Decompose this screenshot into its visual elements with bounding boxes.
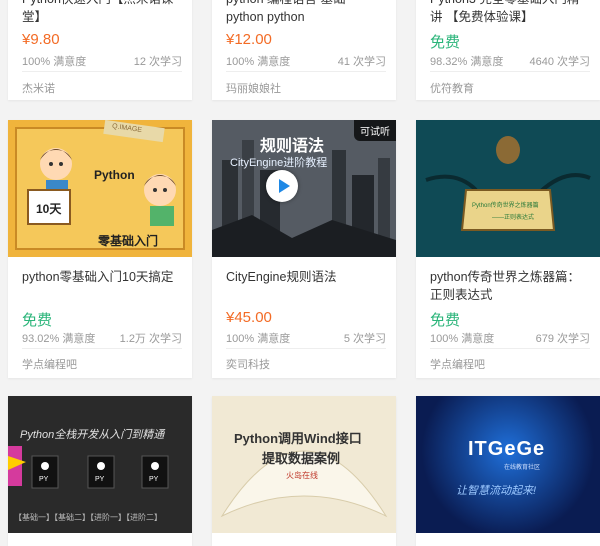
thumb-label-zero: 零基础入门	[98, 234, 159, 248]
course-price: ¥9.80	[22, 31, 60, 48]
course-org[interactable]: 杰米诺	[22, 80, 55, 96]
thumb-label-days: 10天	[36, 202, 62, 216]
learner-count: 41 次学习	[337, 56, 386, 68]
course-thumbnail[interactable]: ITGeGe 在线教育社区 让智慧流动起来!	[416, 396, 600, 533]
thumb-label-python: Python	[94, 168, 135, 182]
course-org[interactable]: 学点编程吧	[430, 356, 485, 372]
file-label: PY	[95, 476, 105, 483]
course-price: 免费	[430, 34, 461, 51]
scroll-text-sub: ——正则表达式	[492, 215, 535, 221]
thumb-subheading: 火岛在线	[286, 471, 318, 480]
course-price: 免费	[22, 312, 53, 329]
play-icon[interactable]	[266, 170, 298, 202]
divider	[226, 71, 386, 72]
course-org[interactable]: 优符教育	[430, 80, 474, 96]
course-title[interactable]: Python快速入门【杰米诺课堂】	[22, 0, 182, 26]
thumb-subheading: CityEngine进阶教程	[230, 157, 328, 169]
itgege-logo-sub: 在线教育社区	[504, 465, 541, 471]
course-title[interactable]: CityEngine规则语法	[226, 268, 386, 286]
course-thumbnail[interactable]: Python全栈开发从入门到精通 PY PY PY 【基础一】【基础二】【进阶一…	[8, 396, 192, 533]
course-card-9[interactable]: ITGeGe 在线教育社区 让智慧流动起来!	[416, 396, 600, 546]
thumb-heading-1: Python调用Wind接口	[234, 431, 362, 446]
scroll-text-title: Python传奇世界之炼器篇	[472, 203, 539, 209]
course-card-6[interactable]: Python传奇世界之炼器篇 ——正则表达式 python传奇世界之炼器篇：正则…	[416, 120, 600, 378]
learner-count: 1.2万 次学习	[119, 333, 182, 345]
course-title[interactable]: python零基础入门10天搞定	[22, 268, 182, 286]
course-meta: 100% 满意度 5 次学习	[226, 330, 386, 345]
course-card-4[interactable]: Python 10天 零基础入门 Q.IMAGE python零基础入门10天搞…	[8, 120, 192, 378]
course-title[interactable]: python传奇世界之炼器篇：正则表达式	[430, 268, 590, 304]
course-card-8[interactable]: Python调用Wind接口 提取数据案例 火岛在线	[212, 396, 396, 546]
satisfaction-rate: 100% 满意度	[226, 333, 291, 345]
scroll-illustration	[416, 120, 600, 257]
course-meta: 98.32% 满意度 4640 次学习	[430, 53, 590, 68]
thumb-heading: Python全栈开发从入门到精通	[20, 429, 165, 441]
divider	[430, 71, 590, 72]
file-label: PY	[149, 476, 159, 483]
satisfaction-rate: 98.32% 满意度	[430, 56, 504, 68]
course-thumbnail[interactable]: Python调用Wind接口 提取数据案例 火岛在线	[212, 396, 396, 533]
learner-count: 5 次学习	[343, 333, 386, 345]
course-title[interactable]: python 编程语言 基础 python python	[226, 0, 386, 26]
course-card-5[interactable]: 规则语法 CityEngine进阶教程 可试听 CityEngine规则语法 ¥…	[212, 120, 396, 378]
file-label: PY	[39, 476, 49, 483]
course-price: 免费	[430, 312, 461, 329]
satisfaction-rate: 93.02% 满意度	[22, 333, 96, 345]
course-meta: 100% 满意度 12 次学习	[22, 53, 182, 68]
course-meta: 100% 满意度 41 次学习	[226, 53, 386, 68]
thumb-heading-2: 提取数据案例	[262, 451, 341, 466]
course-title[interactable]: Python3 完全零基础入门精讲 【免费体验课】	[430, 0, 590, 26]
course-card-1[interactable]: Python快速入门【杰米诺课堂】 ¥9.80 100% 满意度 12 次学习 …	[8, 0, 192, 100]
course-org[interactable]: 奕司科技	[226, 356, 270, 372]
course-thumbnail[interactable]: 规则语法 CityEngine进阶教程 可试听	[212, 120, 396, 257]
course-org[interactable]: 学点编程吧	[22, 356, 77, 372]
satisfaction-rate: 100% 满意度	[430, 333, 495, 345]
course-meta: 93.02% 满意度 1.2万 次学习	[22, 330, 182, 345]
satisfaction-rate: 100% 满意度	[22, 56, 87, 68]
learner-count: 12 次学习	[133, 56, 182, 68]
course-card-2[interactable]: python 编程语言 基础 python python ¥12.00 100%…	[212, 0, 396, 100]
thumb-heading: 规则语法	[260, 138, 325, 155]
divider	[226, 348, 386, 349]
course-price: ¥12.00	[226, 31, 272, 48]
itgege-logo: ITGeGe	[468, 438, 546, 460]
divider	[22, 71, 182, 72]
thumb-footer: 【基础一】【基础二】【进阶一】【进阶二】	[14, 513, 162, 522]
divider	[430, 348, 590, 349]
divider	[22, 348, 182, 349]
course-org[interactable]: 玛丽娘娘社	[226, 80, 281, 96]
slogan: 让智慧流动起来!	[456, 485, 537, 497]
satisfaction-rate: 100% 满意度	[226, 56, 291, 68]
learner-count: 4640 次学习	[529, 56, 590, 68]
learner-count: 679 次学习	[535, 333, 590, 345]
course-meta: 100% 满意度 679 次学习	[430, 330, 590, 345]
course-card-3[interactable]: Python3 完全零基础入门精讲 【免费体验课】 免费 98.32% 满意度 …	[416, 0, 600, 100]
course-price: ¥45.00	[226, 309, 272, 326]
course-thumbnail[interactable]: Python传奇世界之炼器篇 ——正则表达式	[416, 120, 600, 257]
trial-badge: 可试听	[354, 120, 396, 141]
course-card-7[interactable]: Python全栈开发从入门到精通 PY PY PY 【基础一】【基础二】【进阶一…	[8, 396, 192, 546]
course-thumbnail[interactable]: Python 10天 零基础入门 Q.IMAGE	[8, 120, 192, 257]
